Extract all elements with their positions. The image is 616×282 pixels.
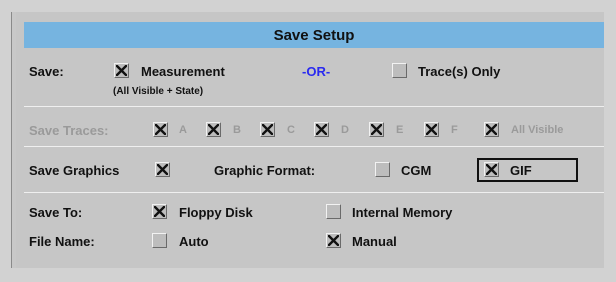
check-x-icon: [154, 206, 165, 217]
trace-a-checkbox[interactable]: [153, 122, 168, 137]
check-x-icon: [316, 124, 327, 135]
floppy-disk-label: Floppy Disk: [179, 205, 253, 220]
internal-memory-label: Internal Memory: [352, 205, 453, 220]
window-frame-right: [604, 0, 616, 282]
save-graphics-checkbox[interactable]: [155, 162, 170, 177]
or-separator: -OR-: [302, 64, 331, 79]
manual-checkbox[interactable]: [326, 233, 341, 248]
gif-label: GIF: [510, 163, 532, 178]
floppy-disk-checkbox[interactable]: [152, 204, 167, 219]
save-to-label: Save To:: [29, 205, 83, 220]
check-x-icon: [155, 124, 166, 135]
manual-label: Manual: [352, 234, 397, 249]
trace-c-checkbox[interactable]: [260, 122, 275, 137]
check-x-icon: [116, 65, 127, 76]
trace-all-visible-label: All Visible: [511, 124, 564, 136]
check-x-icon: [486, 164, 497, 175]
file-name-label: File Name:: [29, 234, 95, 249]
trace-a-label: A: [179, 124, 187, 136]
separator-line: [24, 106, 604, 107]
save-graphics-label: Save Graphics: [29, 163, 120, 178]
traces-only-checkbox[interactable]: [392, 63, 407, 78]
check-x-icon: [157, 164, 168, 175]
separator-line: [24, 192, 604, 193]
trace-c-label: C: [287, 124, 295, 136]
cgm-label: CGM: [401, 163, 432, 178]
save-label: Save:: [29, 64, 64, 79]
trace-e-checkbox[interactable]: [369, 122, 384, 137]
cgm-checkbox[interactable]: [375, 162, 390, 177]
trace-b-checkbox[interactable]: [206, 122, 221, 137]
gif-checkbox[interactable]: [484, 162, 499, 177]
trace-all-visible-checkbox[interactable]: [484, 122, 499, 137]
check-x-icon: [262, 124, 273, 135]
trace-f-checkbox[interactable]: [424, 122, 439, 137]
window-frame-left: [0, 0, 12, 282]
auto-checkbox[interactable]: [152, 233, 167, 248]
window-frame-bottom: [11, 268, 616, 282]
measurement-label: Measurement: [141, 64, 225, 79]
save-setup-panel: [16, 12, 604, 268]
measurement-checkbox[interactable]: [114, 63, 129, 78]
dialog-title-bar: Save Setup: [24, 22, 604, 48]
check-x-icon: [371, 124, 382, 135]
check-x-icon: [486, 124, 497, 135]
check-x-icon: [426, 124, 437, 135]
traces-only-label: Trace(s) Only: [418, 64, 501, 79]
separator-line: [24, 146, 604, 147]
graphic-format-label: Graphic Format:: [214, 163, 316, 178]
trace-b-label: B: [233, 124, 241, 136]
trace-d-label: D: [341, 124, 349, 136]
check-x-icon: [328, 235, 339, 246]
trace-f-label: F: [451, 124, 458, 136]
check-x-icon: [208, 124, 219, 135]
trace-e-label: E: [396, 124, 404, 136]
internal-memory-checkbox[interactable]: [326, 204, 341, 219]
window-frame-top: [11, 0, 616, 12]
save-traces-label: Save Traces:: [29, 123, 109, 138]
dialog-title: Save Setup: [273, 26, 355, 44]
auto-label: Auto: [179, 234, 209, 249]
trace-d-checkbox[interactable]: [314, 122, 329, 137]
measurement-note: (All Visible + State): [113, 86, 204, 97]
